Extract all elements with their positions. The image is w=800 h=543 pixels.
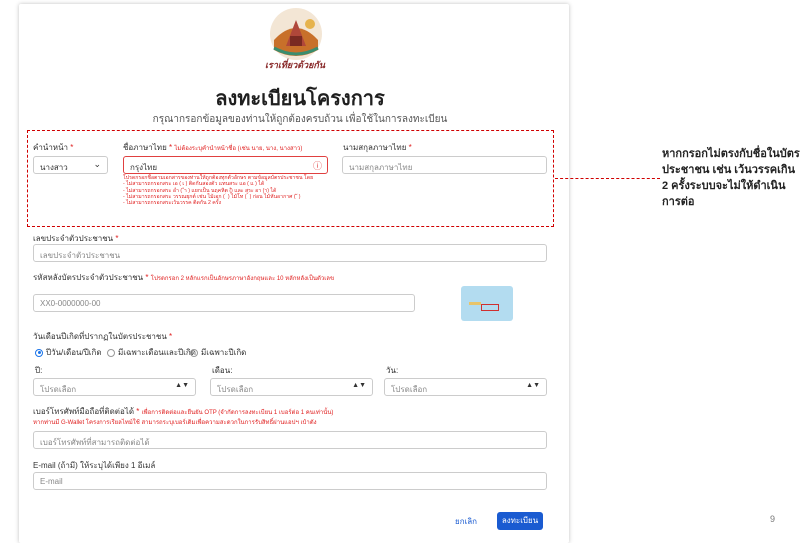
radio-icon [107,348,115,357]
year-select[interactable]: โปรดเลือก ▲▼ [33,378,196,396]
laser-code-label: รหัสหลังบัตรประจำตัวประชาชน * โปรดกรอก 2… [33,273,335,282]
laser-code-input[interactable]: XX0-0000000-00 [33,294,415,312]
cancel-button[interactable]: ยกเลิก [455,515,477,528]
logo-text: เราเที่ยวด้วยกัน [264,60,326,70]
birthdate-option-year-only[interactable]: มีเฉพาะปีเกิด [190,346,246,359]
phone-input[interactable]: เบอร์โทรศัพท์ที่สามารถติดต่อได้ [33,431,547,449]
laser-code-highlight [481,304,499,311]
birthdate-option-month-year[interactable]: มีเฉพาะเดือนและปีเกิด [107,346,196,359]
day-select[interactable]: โปรดเลือก ▲▼ [384,378,547,396]
register-button[interactable]: ลงทะเบียน [497,512,543,530]
updown-icon: ▲▼ [175,382,189,389]
day-label: วัน: [386,366,399,375]
annotation-highlight-box [27,130,554,227]
citizen-id-input[interactable]: เลขประจำตัวประชาชน [33,244,547,262]
birthdate-option-full[interactable]: ปีวัน/เดือน/ปีเกิด [35,346,102,359]
birthdate-label: วันเดือนปีเกิดที่ปรากฏในบัตรประชาชน * [33,332,173,341]
email-input[interactable]: E-mail [33,472,547,490]
annotation-callout: หากกรอกไม่ตรงกับชื่อในบัตรประชาชน เช่น เ… [662,148,800,208]
updown-icon: ▲▼ [526,382,540,389]
page-subtitle: กรุณากรอกข้อมูลของท่านให้ถูกต้องครบถ้วน … [152,114,448,125]
page-number: 9 [770,514,776,524]
radio-icon [190,348,198,357]
temple-logo-icon [270,8,322,60]
year-label: ปี: [35,366,43,375]
phone-hint: หากท่านมี G-Wallet โครงการเรียลไทม์ใช้ ส… [33,420,317,426]
radio-selected-icon [35,348,43,357]
updown-icon: ▲▼ [352,382,366,389]
email-label: E-mail (ถ้ามี) ให้ระบุได้เพียง 1 อีเมล์ [33,461,156,470]
annotation-connector [555,178,660,179]
page-title: ลงทะเบียนโครงการ [215,88,385,110]
card-chip [469,302,481,305]
month-select[interactable]: โปรดเลือก ▲▼ [210,378,373,396]
month-label: เดือน: [212,366,233,375]
